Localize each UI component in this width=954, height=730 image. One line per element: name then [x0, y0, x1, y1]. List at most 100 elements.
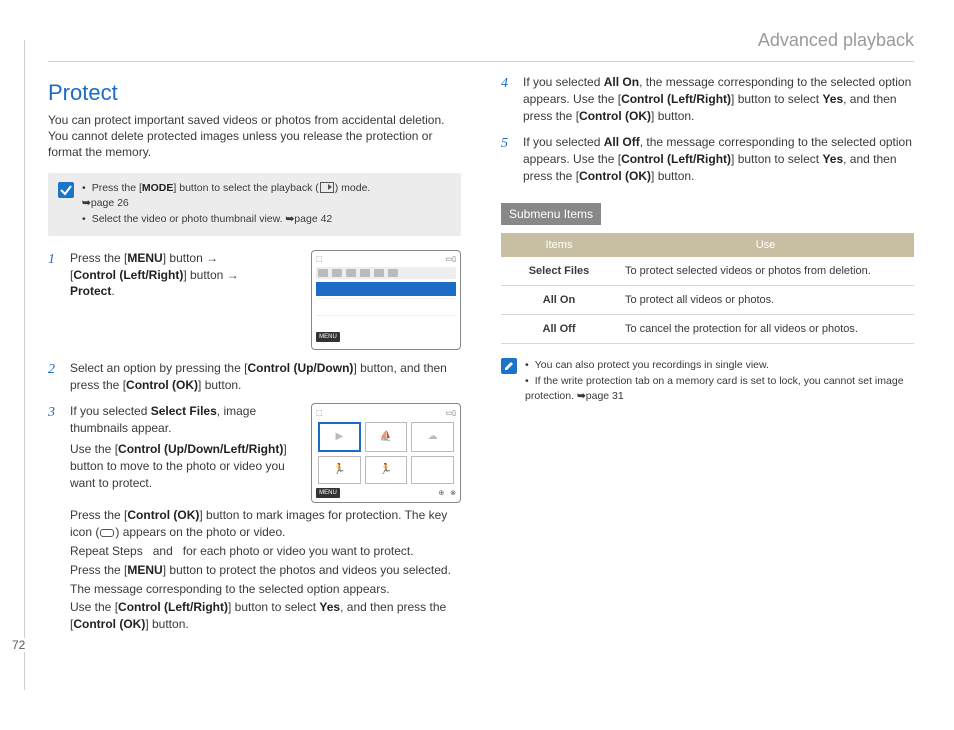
step-number: 5 [501, 134, 513, 184]
mini-icon [332, 269, 342, 277]
table-cell-use: To protect all videos or photos. [617, 285, 914, 314]
submenu-table: Items Use Select FilesTo protect selecte… [501, 233, 914, 344]
substep-fragment: Repeat Steps and for each photo or video… [70, 543, 461, 560]
table-cell-item: All Off [501, 314, 617, 343]
mini-icon [318, 269, 328, 277]
step-bold: Control (OK) [579, 109, 651, 123]
note-bold: MODE [142, 182, 174, 194]
mini-icon [360, 269, 370, 277]
table-row: All OffTo cancel the protection for all … [501, 314, 914, 343]
step-bold: Control (Up/Down) [247, 361, 353, 375]
device-screenshot-2: ⬚▭▯ ▶ ⛵ ☁ 🏃 🏃 MENU⊕ ⊗ [311, 403, 461, 503]
step-bold: Select Files [151, 404, 217, 418]
info-note-box: You can also protect you recordings in s… [501, 358, 914, 405]
selected-menu-item [316, 282, 456, 296]
table-row: Select FilesTo protect selected videos o… [501, 257, 914, 286]
substep-fragment: , and then press the [340, 600, 446, 614]
substep-bold: Control (Up/Down/Left/Right) [118, 442, 283, 456]
step-text: If you selected Select Files, image thum… [70, 403, 301, 493]
sd-icon: ⬚ [316, 409, 323, 419]
page-number: 72 [8, 638, 29, 652]
substep-fragment: appears on the photo or video. [123, 525, 286, 539]
step-fragment: button [190, 268, 223, 282]
step-fragment: If you selected [70, 404, 147, 418]
arrow-icon: → [206, 251, 218, 265]
intro-paragraph: You can protect important saved videos o… [48, 112, 461, 161]
step-bold: Yes [822, 152, 843, 166]
substep-bold: Control (OK) [127, 508, 199, 522]
table-header-use: Use [617, 233, 914, 257]
substep-bold: Yes [319, 600, 340, 614]
header-divider [48, 61, 914, 62]
arrow-icon: ➥ [577, 390, 586, 402]
substep-fragment: button to select [235, 600, 316, 614]
note-text: mode. [341, 182, 370, 194]
table-cell-item: All On [501, 285, 617, 314]
step-fragment: Select an option by pressing the [70, 361, 241, 375]
step-2: 2 Select an option by pressing the [Cont… [48, 360, 461, 394]
step-sub-paragraphs: Press the [Control (OK)] button to mark … [70, 507, 461, 633]
arrow-icon: → [227, 268, 239, 282]
step-bold: Control (OK) [126, 378, 198, 392]
substep-fragment: button to protect the photos and videos … [169, 563, 451, 577]
substep-fragment: button. [152, 617, 189, 631]
info-item: You can also protect you recordings in s… [525, 358, 914, 374]
substep-fragment: Use the [70, 600, 111, 614]
step-fragment: If you selected [523, 75, 600, 89]
vertical-rule [24, 40, 25, 690]
pencil-icon [501, 358, 517, 374]
step-fragment: button [169, 251, 202, 265]
battery-icon: ▭▯ [446, 409, 456, 419]
step-fragment: button to select [738, 92, 819, 106]
substep-fragment: Use the [70, 442, 111, 456]
note-text: button to select the playback [179, 182, 312, 194]
info-item: If the write protection tab on a memory … [525, 374, 914, 406]
substep-fragment: The message corresponding to the selecte… [70, 581, 461, 598]
note-text: Select the video or photo thumbnail view… [92, 213, 283, 225]
step-fragment: If you selected [523, 135, 600, 149]
step-fragment: button to select [738, 152, 819, 166]
device-screenshot-1: ⬚▭▯ MENU [311, 250, 461, 350]
step-fragment: button. [658, 109, 695, 123]
menu-label: MENU [316, 488, 340, 498]
step-bold: Control (OK) [579, 169, 651, 183]
step-5: 5 If you selected All Off, the message c… [501, 134, 914, 184]
step-text: If you selected All On, the message corr… [523, 74, 914, 124]
page-header-title: Advanced playback [48, 30, 914, 51]
step-4: 4 If you selected All On, the message co… [501, 74, 914, 124]
substep-bold: MENU [127, 563, 162, 577]
mini-icon [374, 269, 384, 277]
step-fragment: Press the [70, 251, 121, 265]
note-text: Press the [92, 182, 136, 194]
mini-icon [388, 269, 398, 277]
thumbnail-selected: ▶ [318, 422, 361, 452]
step-bold: Control (Left/Right) [621, 152, 731, 166]
prerequisite-note-box: Press the [MODE] button to select the pl… [48, 173, 461, 236]
thumbnail: ☁ [411, 422, 454, 452]
playback-icon [320, 182, 334, 193]
step-bold: Control (Left/Right) [621, 92, 731, 106]
table-row: All OnTo protect all videos or photos. [501, 285, 914, 314]
step-bold: MENU [127, 251, 162, 265]
table-cell-item: Select Files [501, 257, 617, 286]
right-column: 4 If you selected All On, the message co… [501, 74, 914, 645]
thumbnail [411, 456, 454, 484]
step-1: 1 Press the [MENU] button → [Control (Le… [48, 250, 461, 350]
substep-bold: Control (Left/Right) [118, 600, 228, 614]
step-number: 4 [501, 74, 513, 124]
section-title: Protect [48, 80, 461, 106]
note-item: Press the [MODE] button to select the pl… [82, 181, 370, 213]
left-column: Protect You can protect important saved … [48, 74, 461, 645]
arrow-icon: ➥ [285, 213, 294, 225]
arrow-icon: ➥ [82, 197, 91, 209]
page-ref: page 26 [91, 197, 129, 209]
key-icon [100, 529, 114, 537]
step-bold: Protect [70, 284, 111, 298]
page-ref: page 31 [586, 390, 624, 402]
thumbnail: 🏃 [318, 456, 361, 484]
note-item: Select the video or photo thumbnail view… [82, 212, 370, 228]
step-bold: Yes [822, 92, 843, 106]
substep-fragment: button to move to the photo or video you… [70, 459, 285, 490]
step-bold: All On [604, 75, 639, 89]
step-fragment: button. [205, 378, 242, 392]
